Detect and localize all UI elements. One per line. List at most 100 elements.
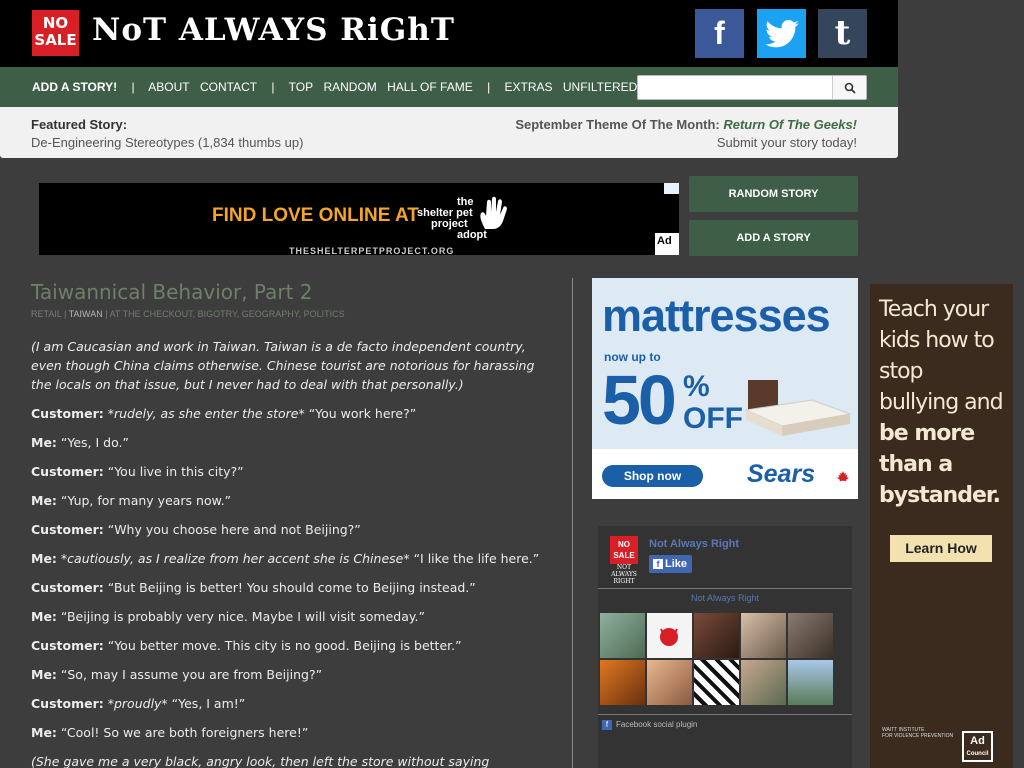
tag-list[interactable]: AT THE CHECKOUT, BIGOTRY, GEOGRAPHY, POL… — [110, 309, 345, 319]
ad-title: mattresses — [602, 290, 831, 341]
theme-name-link[interactable]: Return Of The Geeks! — [723, 117, 857, 132]
tag-separator: | — [64, 309, 67, 319]
ad-choices-icon[interactable] — [664, 183, 679, 194]
twitter-icon — [764, 20, 799, 48]
line-text: “So, may I assume you are from Beijing?” — [56, 667, 323, 682]
ad-corner-label: Ad — [655, 233, 679, 255]
logo-badge[interactable]: NO SALE — [32, 10, 79, 56]
story-line: Customer: “Why you choose here and not B… — [31, 520, 541, 539]
story-title[interactable]: Taiwannical Behavior, Part 2 — [31, 280, 313, 304]
fan-avatar[interactable] — [694, 660, 739, 705]
twitter-button[interactable] — [757, 9, 806, 58]
site-title[interactable]: NoT ALWAYS RiGhT — [92, 12, 455, 48]
ad-council-line2: Council — [966, 751, 989, 757]
nav-hall-of-fame[interactable]: HALL OF FAME — [387, 80, 473, 94]
search-input[interactable] — [638, 76, 832, 99]
fb-logo-wordmark-line2: RIGHT — [613, 578, 635, 585]
search-button[interactable] — [832, 76, 866, 99]
story-line: Me: “Yes, I do.” — [31, 433, 541, 452]
submit-story-link[interactable]: Submit your story today! — [717, 135, 857, 150]
line-speaker: Me: — [31, 667, 57, 682]
line-text: “Why you choose here and not Beijing?” — [103, 522, 361, 537]
mattress-icon — [744, 380, 852, 436]
facebook-icon: f — [714, 15, 725, 51]
random-story-button[interactable]: RANDOM STORY — [689, 176, 858, 212]
fb-like-button[interactable]: f Like — [649, 555, 692, 573]
facebook-button[interactable]: f — [695, 9, 744, 58]
nav-top[interactable]: TOP — [289, 80, 313, 94]
fan-avatar[interactable] — [600, 660, 645, 705]
line-speaker: Customer: — [31, 522, 104, 537]
tag-retail[interactable]: RETAIL — [31, 309, 62, 319]
skyscraper-ad[interactable]: Teach your kids how to stop bullying and… — [870, 284, 1013, 768]
fan-avatar[interactable] — [647, 613, 692, 658]
ad-council-logo: Ad Council — [962, 731, 993, 762]
nav-extras[interactable]: EXTRAS — [505, 80, 553, 94]
fb-logo-badge-line1: NO — [618, 540, 630, 549]
featured-bar: Featured Story: De-Engineering Stereotyp… — [0, 107, 898, 158]
tag-separator: | — [105, 309, 108, 319]
fb-plugin-label: Facebook social plugin — [616, 720, 698, 730]
line-text: “You better move. This city is no good. … — [103, 638, 462, 653]
ad-copy-line: kids how to stop — [879, 328, 995, 384]
nav-contact[interactable]: CONTACT — [200, 80, 257, 94]
story-body: (I am Caucasian and work in Taiwan. Taiw… — [31, 337, 541, 768]
line-speaker: Customer: — [31, 580, 104, 595]
nav-unfiltered[interactable]: UNFILTERED — [563, 80, 637, 94]
fan-avatar[interactable] — [741, 613, 786, 658]
nav-separator: | — [487, 80, 491, 94]
banner-ad[interactable]: FIND LOVE ONLINE AT the shelter pet proj… — [39, 183, 679, 255]
fb-fans-caption[interactable]: Not Always Right — [598, 593, 852, 603]
fb-page-name[interactable]: Not Always Right — [649, 538, 739, 550]
fb-divider — [598, 714, 852, 715]
story-line: Customer: “You live in this city?” — [31, 462, 541, 481]
fan-avatar[interactable] — [741, 660, 786, 705]
line-text: “You work here?” — [304, 406, 417, 421]
fb-logo-wordmark-line1: NOT ALWAYS — [611, 564, 637, 578]
line-text: “Yes, I do.” — [56, 435, 129, 450]
sears-logo: Sears — [747, 460, 816, 488]
fb-social-plugin[interactable]: f Facebook social plugin — [602, 720, 697, 730]
theme-of-month: September Theme Of The Month: Return Of … — [515, 117, 857, 132]
site-header: NO SALE NoT ALWAYS RiGhT f t — [0, 0, 898, 67]
story-outro: (She gave me a very black, angry look, t… — [31, 754, 490, 768]
line-action: *cautiously, as I realize from her accen… — [60, 551, 410, 566]
facebook-widget: NO SALE NOT ALWAYS RIGHT Not Always Righ… — [592, 499, 858, 768]
line-speaker: Customer: — [31, 464, 104, 479]
fan-avatar[interactable] — [694, 613, 739, 658]
add-story-button[interactable]: ADD A STORY — [689, 220, 858, 256]
story-line: Customer: *rudely, as she enter the stor… — [31, 404, 541, 423]
nav-links: ADD A STORY! | ABOUT CONTACT | TOP RANDO… — [32, 80, 644, 94]
nav-random[interactable]: RANDOM — [323, 80, 376, 94]
line-speaker: Customer: — [31, 406, 104, 421]
story-intro: (I am Caucasian and work in Taiwan. Taiw… — [31, 339, 535, 392]
fan-avatar[interactable] — [647, 660, 692, 705]
story-line: Me: *cautiously, as I realize from her a… — [31, 549, 541, 568]
line-speaker: Me: — [31, 435, 57, 450]
nav-about[interactable]: ABOUT — [148, 80, 189, 94]
ad-copy-line: bullying and — [879, 390, 1004, 415]
story-line: Customer: “You better move. This city is… — [31, 636, 541, 655]
nav-add-story[interactable]: ADD A STORY! — [32, 80, 117, 94]
learn-how-button[interactable]: Learn How — [890, 535, 992, 562]
fb-logo-badge-line2: SALE — [613, 551, 635, 560]
fan-avatar[interactable] — [788, 660, 833, 705]
fan-avatar[interactable] — [600, 613, 645, 658]
fan-avatar[interactable] — [788, 613, 833, 658]
tag-taiwan[interactable]: TAIWAN — [69, 309, 103, 319]
ad-brand-line: adopt — [457, 229, 487, 241]
featured-story-link[interactable]: De-Engineering Stereotypes (1,834 thumbs… — [31, 135, 303, 150]
ad-brand: the shelter pet project adopt — [417, 197, 487, 241]
tumblr-icon: t — [834, 13, 851, 53]
line-speaker: Customer: — [31, 696, 104, 711]
line-text: “You live in this city?” — [103, 464, 244, 479]
ad-off: OFF — [683, 402, 743, 435]
line-action: *rudely, as she enter the store* — [107, 406, 305, 421]
shop-now-button[interactable]: Shop now — [602, 465, 703, 487]
sears-ad-footer: Shop now Sears — [592, 449, 858, 499]
column-divider — [572, 278, 573, 768]
tumblr-button[interactable]: t — [818, 9, 867, 58]
sears-ad[interactable]: mattresses now up to 50 % OFF Shop now S… — [592, 278, 858, 499]
devil-icon — [660, 628, 678, 646]
fb-page-logo[interactable]: NO SALE NOT ALWAYS RIGHT — [608, 536, 640, 585]
